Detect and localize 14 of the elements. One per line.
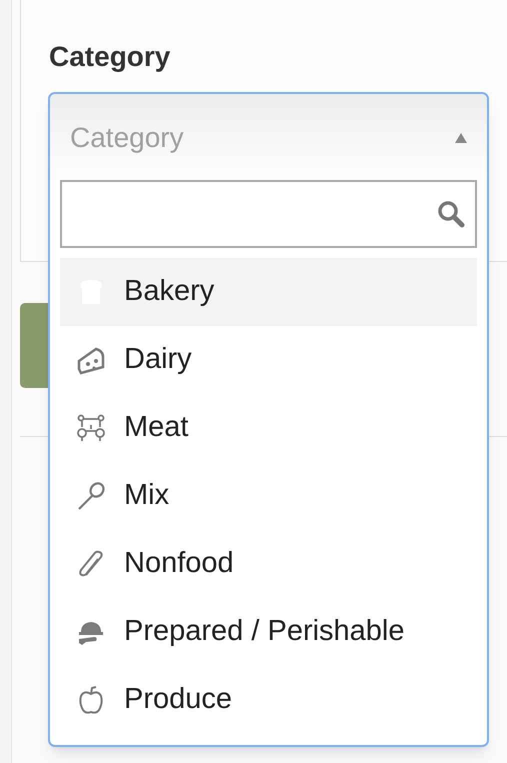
- select-placeholder: Category: [70, 121, 184, 155]
- dropdown-option[interactable]: Bakery: [60, 258, 477, 326]
- meat-icon: [76, 413, 106, 443]
- cheese-icon: [76, 345, 106, 375]
- option-label: Nonfood: [124, 546, 234, 582]
- search-field[interactable]: [60, 180, 477, 248]
- option-label: Bakery: [124, 274, 214, 310]
- option-label: Dairy: [124, 342, 192, 378]
- option-label: Mix: [124, 478, 170, 514]
- search-icon: [437, 200, 465, 228]
- field-label: Category: [49, 40, 172, 74]
- option-label: Meat: [124, 410, 188, 446]
- option-label: Produce: [124, 682, 232, 718]
- option-label: Prepared / Perishable: [124, 614, 404, 650]
